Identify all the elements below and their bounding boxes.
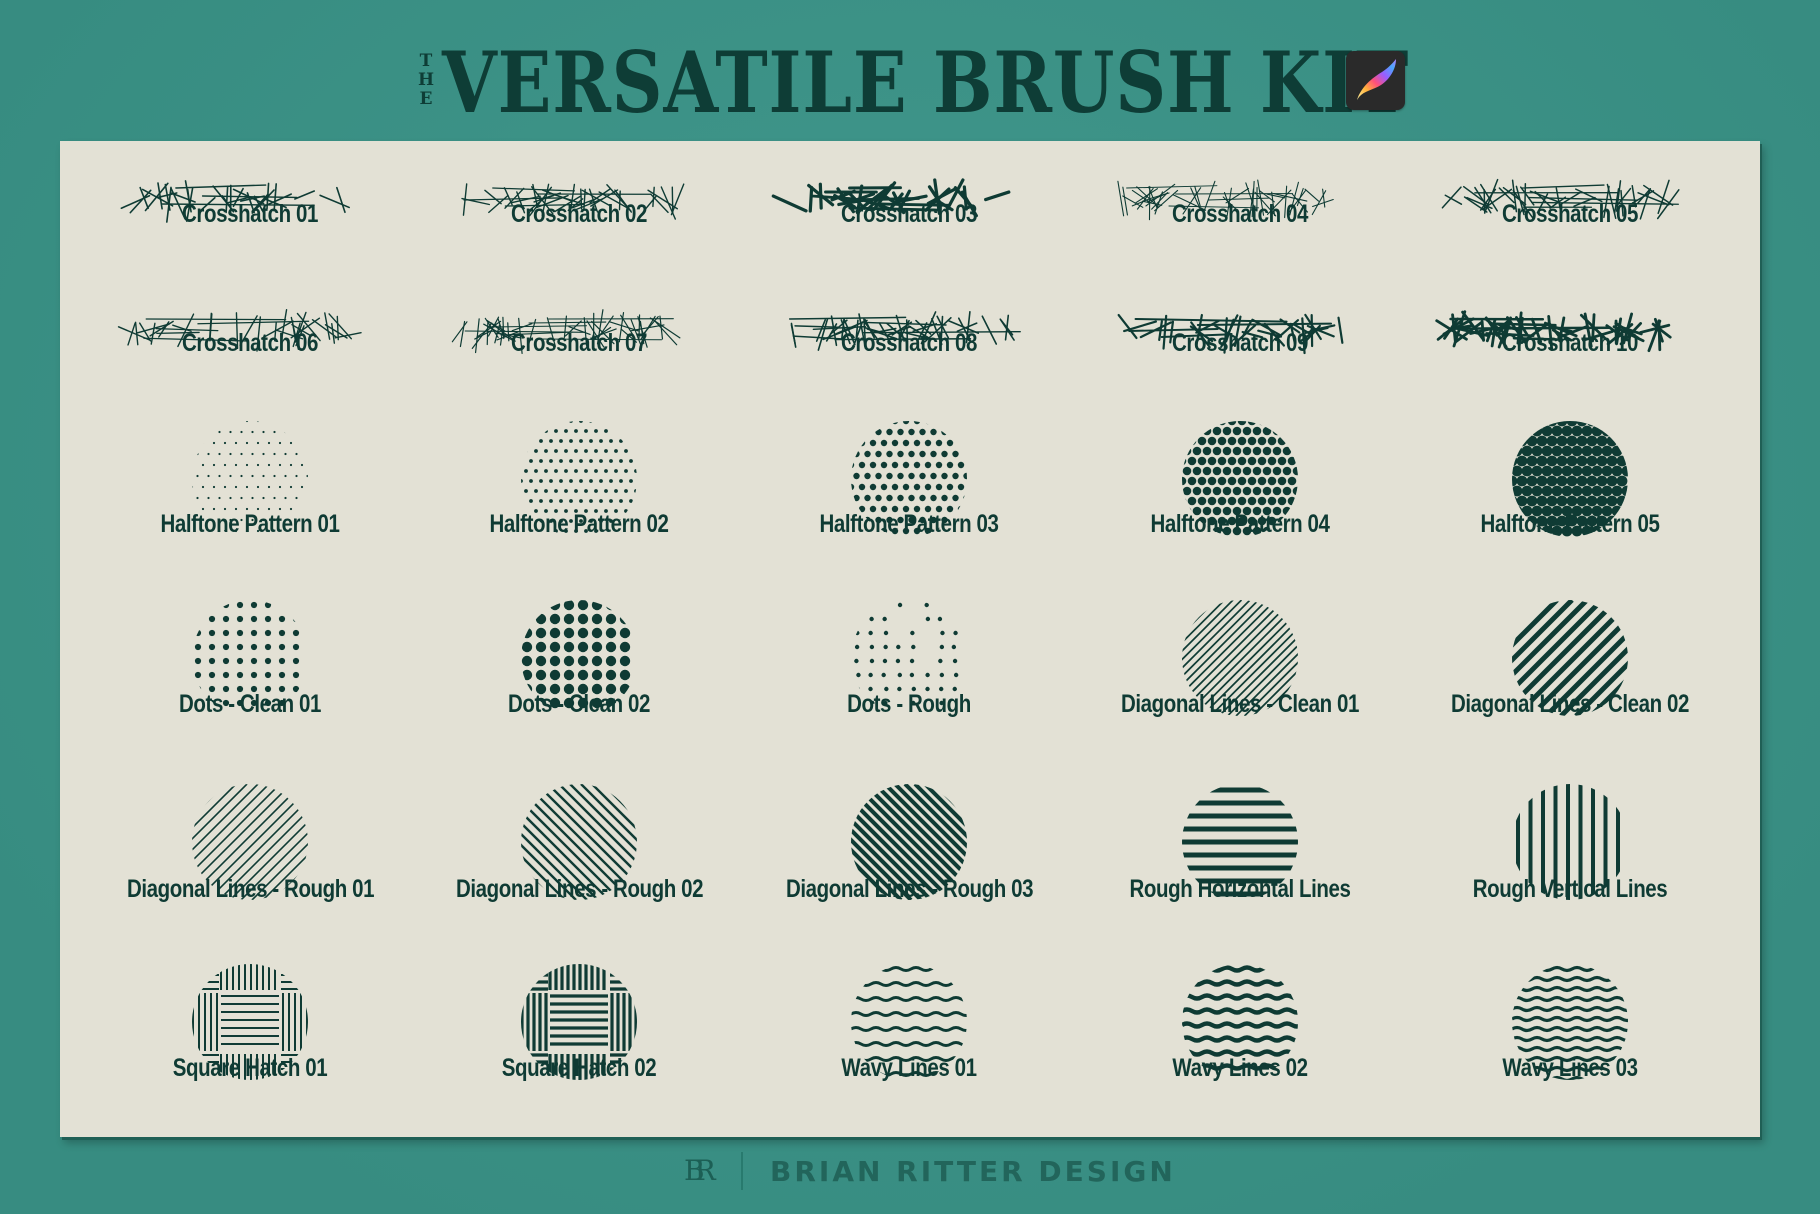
wavy-line bbox=[1512, 1045, 1628, 1053]
wavy-line bbox=[851, 966, 967, 972]
wavy-line bbox=[1182, 1035, 1298, 1043]
square-brush-preview bbox=[192, 964, 308, 1080]
wavy-line bbox=[851, 996, 967, 1002]
wavy-brush-preview bbox=[1512, 965, 1628, 1080]
wavy-brush-preview bbox=[1182, 965, 1298, 1071]
wavy-line bbox=[1512, 995, 1628, 1003]
title-prefix-letter: H bbox=[417, 70, 435, 90]
square-brush-preview bbox=[521, 964, 637, 1080]
footer: BR BRIAN RITTER DESIGN bbox=[0, 1150, 1820, 1194]
brush-label: Wavy Lines 01 bbox=[841, 1054, 977, 1082]
wavy-line bbox=[1512, 975, 1628, 983]
wavy-line bbox=[1512, 1015, 1628, 1023]
wavy-line bbox=[1182, 965, 1298, 973]
procreate-feather-icon bbox=[1357, 59, 1396, 100]
header: T H E VERSATILE BRUSH KIT bbox=[0, 38, 1820, 128]
wavy-line bbox=[851, 1026, 967, 1032]
wavy-line bbox=[1512, 985, 1628, 993]
wavy-line bbox=[851, 1041, 967, 1047]
wavy-line bbox=[1182, 1021, 1298, 1029]
wavy-line bbox=[1182, 1007, 1298, 1015]
brush-grid-card: Crosshatch 01 Crosshatch 02 Crosshatch 03 C… bbox=[60, 141, 1760, 1137]
wavy-line bbox=[1512, 1035, 1628, 1043]
procreate-app-icon bbox=[1346, 51, 1405, 110]
brush-label: Square Hatch 01 bbox=[172, 1054, 328, 1082]
brush-label: Square Hatch 02 bbox=[501, 1054, 657, 1082]
title-prefix-letter: T bbox=[419, 51, 433, 71]
wavy-line bbox=[1512, 965, 1628, 973]
wavy-line bbox=[1512, 1005, 1628, 1013]
title-prefix-letter: E bbox=[419, 89, 433, 109]
title-prefix: T H E bbox=[416, 52, 436, 109]
wavy-line bbox=[1182, 993, 1298, 1001]
brush-label: Wavy Lines 02 bbox=[1172, 1054, 1308, 1082]
wavy-line bbox=[1512, 1025, 1628, 1033]
page-title: VERSATILE BRUSH KIT bbox=[442, 33, 1410, 132]
footer-divider bbox=[741, 1152, 743, 1190]
wavy-line bbox=[1182, 979, 1298, 987]
brush-label: Wavy Lines 03 bbox=[1502, 1054, 1638, 1082]
brand-monogram-logo: BR bbox=[684, 1154, 716, 1187]
wavy-line bbox=[851, 981, 967, 987]
wavy-line bbox=[851, 1011, 967, 1017]
brand-name: BRIAN RITTER DESIGN bbox=[770, 1155, 1176, 1188]
wavy-brush-preview bbox=[851, 966, 967, 1077]
